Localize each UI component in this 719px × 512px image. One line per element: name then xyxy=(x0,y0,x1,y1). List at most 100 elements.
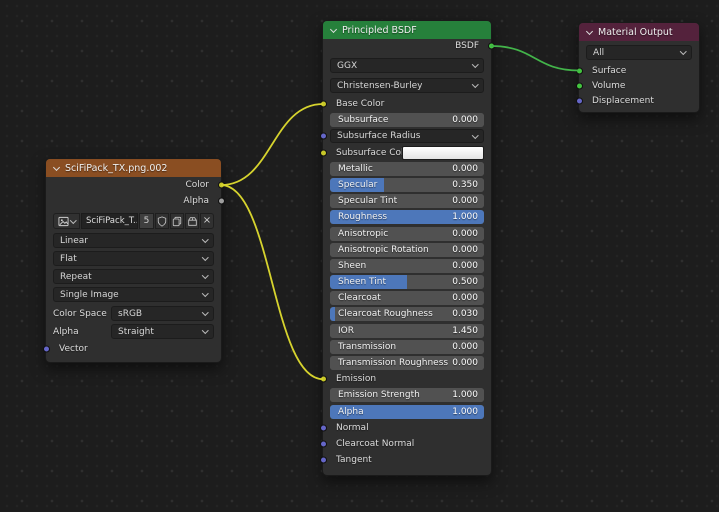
socket-bsdf-tangent-icon[interactable] xyxy=(320,457,327,464)
in-row: Clearcoat Normal xyxy=(330,437,484,451)
dropdown-linear[interactable]: Linear xyxy=(53,233,214,248)
displacement-label: Displacement xyxy=(586,96,654,106)
slider-value: 0.000 xyxy=(452,293,484,303)
tangent-label: Tangent xyxy=(330,455,372,465)
slider-subsurface[interactable]: Subsurface0.000 xyxy=(330,113,484,127)
slider-row: Metallic0.000 xyxy=(330,162,484,176)
chevron-down-icon xyxy=(70,217,76,223)
chevron-down-icon xyxy=(202,272,208,278)
select-row: Single Image xyxy=(53,287,214,302)
slider-value: 0.000 xyxy=(452,261,484,271)
dropdown-all[interactable]: All xyxy=(586,45,692,60)
slider-sheen[interactable]: Sheen 0.000 xyxy=(330,259,484,273)
slider-label: Roughness xyxy=(330,212,387,222)
users-count-button[interactable]: 5 xyxy=(139,213,154,229)
base-color-label: Base Color xyxy=(330,99,384,109)
dropdown-flat[interactable]: Flat xyxy=(53,251,214,266)
node-link-wire xyxy=(221,185,323,379)
slider-specular[interactable]: Specular0.350 xyxy=(330,178,484,192)
slider-anisotropic-rotation[interactable]: Anisotropic Rotation0.000 xyxy=(330,243,484,257)
slider-clearcoat[interactable]: Clearcoat0.000 xyxy=(330,291,484,305)
subsurface-color-label: Subsurface Color xyxy=(330,148,402,158)
dropdown-value: Repeat xyxy=(60,272,92,282)
slider-label: Alpha xyxy=(330,407,364,417)
dropdown-srgb[interactable]: sRGB xyxy=(111,306,214,321)
color-swatch[interactable] xyxy=(402,146,484,160)
node-header[interactable]: Principled BSDF xyxy=(323,21,491,39)
dropdown-value: Flat xyxy=(60,254,77,264)
slider-row: IOR1.450 xyxy=(330,324,484,338)
out-row: Alpha xyxy=(53,193,214,209)
chevron-down-icon xyxy=(202,254,208,260)
slider-anisotropic[interactable]: Anisotropic0.000 xyxy=(330,227,484,241)
fake-user-shield-icon[interactable] xyxy=(155,213,169,229)
slider-value: 0.000 xyxy=(452,229,484,239)
slider-ior[interactable]: IOR1.450 xyxy=(330,324,484,338)
slider-label: IOR xyxy=(330,326,354,336)
slider-clearcoat-roughness[interactable]: Clearcoat Roughness0.030 xyxy=(330,307,484,321)
socket-out-volume-icon[interactable] xyxy=(576,82,583,89)
slider-label: Clearcoat Roughness xyxy=(330,309,433,319)
slider-transmission-roughness[interactable]: Transmission Roughness0.000 xyxy=(330,356,484,370)
slider-label: Specular xyxy=(330,180,377,190)
socket-out-displacement-icon[interactable] xyxy=(576,97,583,104)
node-principled-bsdf[interactable]: Principled BSDFBSDF GGX Christensen-Burley… xyxy=(322,20,492,476)
browse-image-button[interactable] xyxy=(53,213,80,229)
pack-image-icon[interactable] xyxy=(185,213,199,229)
slider-row: Anisotropic Rotation0.000 xyxy=(330,243,484,257)
unlink-close-icon[interactable]: × xyxy=(200,213,214,229)
slider-roughness[interactable]: Roughness1.000 xyxy=(330,210,484,224)
socket-vector-icon[interactable] xyxy=(320,133,327,140)
slider-label: Sheen xyxy=(330,261,366,271)
slider-label: Metallic xyxy=(330,164,373,174)
node-header[interactable]: SciFiPack_TX.png.002 xyxy=(46,159,221,177)
dropdown-value: GGX xyxy=(337,61,357,71)
slider-row: Transmission0.000 xyxy=(330,340,484,354)
socket-bsdf-out-icon[interactable] xyxy=(488,43,495,50)
image-row: SciFiPack_T...5 × xyxy=(53,213,214,229)
slider-alpha[interactable]: Alpha 1.000 xyxy=(330,405,484,419)
slider-row: Specular Tint0.000 xyxy=(330,194,484,208)
dropdown-repeat[interactable]: Repeat xyxy=(53,269,214,284)
image-name-field[interactable]: SciFiPack_T... xyxy=(81,213,138,229)
out-row: BSDF xyxy=(330,39,484,53)
chevron-down-icon xyxy=(202,290,208,296)
out-row: Color xyxy=(53,177,214,193)
dropdown-single-image[interactable]: Single Image xyxy=(53,287,214,302)
node-material-output[interactable]: Material OutputAllSurfaceVolumeDisplacem… xyxy=(578,22,700,113)
dropdown-value: Single Image xyxy=(60,290,119,300)
chevron-down-icon xyxy=(202,327,208,333)
slider-value: 0.000 xyxy=(452,115,484,125)
slider-row: Specular0.350 xyxy=(330,178,484,192)
collapse-chevron-icon[interactable] xyxy=(53,163,60,170)
node-scifipack-tx-png-002[interactable]: SciFiPack_TX.png.002 ColorAlpha SciFiPack_… xyxy=(45,158,222,363)
slider-metallic[interactable]: Metallic0.000 xyxy=(330,162,484,176)
slider-sheen-tint[interactable]: Sheen Tint0.500 xyxy=(330,275,484,289)
socket-bsdf-base-color-icon[interactable] xyxy=(320,101,327,108)
socket-color-icon[interactable] xyxy=(320,149,327,156)
slider-specular-tint[interactable]: Specular Tint0.000 xyxy=(330,194,484,208)
socket-tex-color-icon[interactable] xyxy=(218,182,225,189)
node-header[interactable]: Material Output xyxy=(579,23,699,41)
dropdown-value: Christensen-Burley xyxy=(337,81,422,91)
socket-bsdf-normal-icon[interactable] xyxy=(320,424,327,431)
socket-bsdf-emission-icon[interactable] xyxy=(320,376,327,383)
copy-datablock-icon[interactable] xyxy=(170,213,184,229)
slider-emission-strength[interactable]: Emission Strength1.000 xyxy=(330,388,484,402)
collapse-chevron-icon[interactable] xyxy=(330,25,337,32)
dropdown-christensen-burley[interactable]: Christensen-Burley xyxy=(330,78,484,93)
socket-tex-alpha-icon[interactable] xyxy=(218,198,225,205)
socket-tex-vector-icon[interactable] xyxy=(43,346,50,353)
collapse-chevron-icon[interactable] xyxy=(586,27,593,34)
select-row: Linear xyxy=(53,233,214,248)
dropdown-subsurface-radius[interactable]: Subsurface Radius xyxy=(330,129,484,143)
slider-transmission[interactable]: Transmission0.000 xyxy=(330,340,484,354)
in-row: Displacement xyxy=(586,93,692,108)
slider-row: Sheen Tint0.500 xyxy=(330,275,484,289)
socket-bsdf-cc-normal-icon[interactable] xyxy=(320,440,327,447)
node-title: SciFiPack_TX.png.002 xyxy=(65,163,167,174)
dropdown-straight[interactable]: Straight xyxy=(111,324,214,339)
dropdown-ggx[interactable]: GGX xyxy=(330,58,484,73)
socket-out-surface-icon[interactable] xyxy=(576,67,583,74)
slider-value: 1.000 xyxy=(452,407,484,417)
